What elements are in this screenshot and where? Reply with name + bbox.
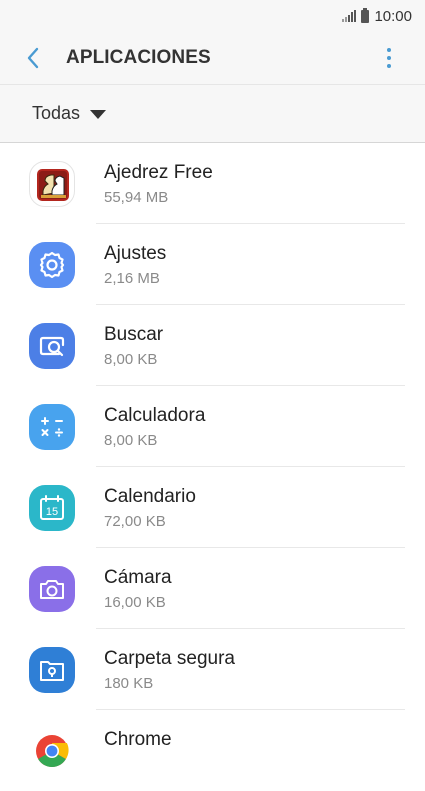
app-name: Carpeta segura xyxy=(104,648,235,669)
list-item[interactable]: Carpeta segura 180 KB xyxy=(0,629,425,710)
secure-folder-icon xyxy=(29,647,75,693)
app-name: Chrome xyxy=(104,729,172,750)
filter-label: Todas xyxy=(32,103,81,123)
search-icon xyxy=(29,323,75,369)
app-size: 8,00 KB xyxy=(104,432,158,449)
app-name: Buscar xyxy=(104,324,164,345)
list-item[interactable]: Chrome xyxy=(0,710,425,791)
app-size: 8,00 KB xyxy=(104,351,158,368)
back-arrow-icon[interactable] xyxy=(20,44,48,72)
list-item[interactable]: 15 Calendario 72,00 KB xyxy=(0,467,425,548)
app-name: Ajustes xyxy=(104,243,167,264)
app-size: 2,16 MB xyxy=(104,270,160,287)
app-list: Ajedrez Free 55,94 MB Ajustes 2,16 MB Bu… xyxy=(0,143,425,791)
list-item[interactable]: Ajedrez Free 55,94 MB xyxy=(0,143,425,224)
list-item[interactable]: Buscar 8,00 KB xyxy=(0,305,425,386)
app-name: Calendario xyxy=(104,486,196,507)
list-item[interactable]: Calculadora 8,00 KB xyxy=(0,386,425,467)
app-size: 55,94 MB xyxy=(104,189,169,206)
page-title: APLICACIONES xyxy=(66,47,211,68)
calendar-icon: 15 xyxy=(29,485,75,531)
filter-dropdown[interactable]: Todas xyxy=(32,103,107,124)
app-name: Calculadora xyxy=(104,405,206,426)
gear-icon xyxy=(29,242,75,288)
caret-down-icon xyxy=(90,109,107,119)
camera-icon xyxy=(29,566,75,612)
svg-text:15: 15 xyxy=(46,506,58,518)
chess-icon xyxy=(29,161,75,207)
status-bar: 10:00 xyxy=(0,0,425,32)
list-item[interactable]: Ajustes 2,16 MB xyxy=(0,224,425,305)
app-size: 72,00 KB xyxy=(104,513,166,530)
app-size: 16,00 KB xyxy=(104,594,166,611)
status-right: 10:00 xyxy=(342,6,412,26)
more-vert-icon[interactable] xyxy=(381,46,397,70)
filter-bar: Todas xyxy=(0,85,425,142)
chrome-icon xyxy=(29,728,75,774)
calculator-icon xyxy=(29,404,75,450)
battery-icon xyxy=(361,7,370,23)
list-item[interactable]: Cámara 16,00 KB xyxy=(0,548,425,629)
app-name: Ajedrez Free xyxy=(104,162,213,183)
app-name: Cámara xyxy=(104,567,172,588)
app-size: 180 KB xyxy=(104,675,154,692)
signal-icon xyxy=(342,10,357,22)
status-time: 10:00 xyxy=(374,7,412,25)
app-bar: APLICACIONES xyxy=(0,32,425,84)
